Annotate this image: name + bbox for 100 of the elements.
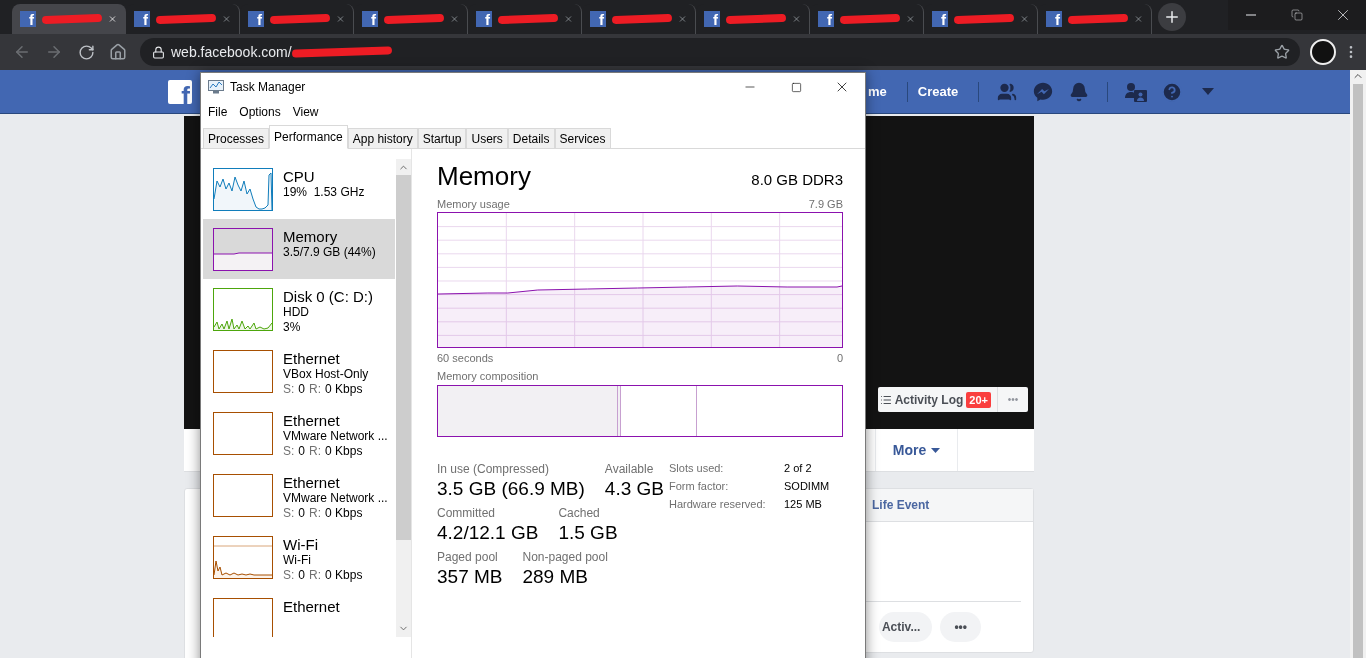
notification-badge: 20+ [966,391,991,408]
avatar[interactable] [1310,39,1336,65]
resource-name: Ethernet [283,412,341,429]
tab[interactable]: Services [554,128,611,148]
tab[interactable]: App history [347,128,418,148]
redaction-mark [839,13,901,25]
site-favicon: f [20,11,36,27]
redaction-mark [953,13,1015,25]
axis-label: 60 seconds [437,352,494,364]
address-field[interactable]: web.facebook.com/ [140,38,1300,66]
site-favicon: f [1046,11,1062,27]
stat-label: S: [283,506,295,521]
resource-item[interactable]: CPU 19% 1.53 GHz [203,159,395,219]
site-favicon: f [704,11,720,27]
caret-icon[interactable] [1202,88,1215,95]
friends-icon[interactable] [997,81,1018,102]
resource-item[interactable]: Ethernet [203,589,395,637]
stat-value: 0 Kbps [325,506,363,521]
stat-value: 0 [298,568,306,583]
redaction-mark [41,13,103,25]
property-label: Hardware reserved: [669,497,767,512]
stat-label: Cached [558,505,601,521]
composer-button[interactable]: ••• [940,612,981,642]
graph-max-label: 7.9 GB [808,198,843,210]
menu-item[interactable]: Options [239,105,281,119]
forward-arrow-icon [45,43,63,61]
resource-name: Wi-Fi [283,536,319,553]
site-favicon: f [476,11,492,27]
stat-value: 4.2/12.1 GB [437,521,539,545]
menu-item[interactable]: File [208,105,228,119]
stat-label: S: [283,382,295,397]
url-text: web.facebook.com/ [171,44,292,60]
stat-value: 1.5 GB [558,521,618,545]
graph-thumbnail [213,598,273,637]
resource-item[interactable]: Wi-Fi Wi-Fi S: 0 R: 0 Kbps [203,527,395,589]
nav-link[interactable]: Create [917,84,969,99]
bookmark-star-icon[interactable] [1274,44,1290,60]
tab[interactable]: Users [466,128,508,148]
graph-thumbnail [213,412,273,455]
graph-thumbnail [213,536,273,579]
resource-item[interactable]: Disk 0 (C: D:) HDD 3% [203,279,395,341]
graph-label: Memory usage [437,198,510,210]
resource-name: Memory [283,228,339,245]
tab[interactable]: Performance [269,125,348,149]
restore-icon [1291,9,1303,21]
stat-label: Available [604,461,655,477]
site-favicon: f [818,11,834,27]
resource-name: CPU [283,168,316,185]
redaction-mark [383,13,445,25]
stat-label: Committed [437,505,496,521]
redaction-mark [1067,13,1129,25]
resource-item[interactable]: Ethernet VMware Network ... S: 0 R: 0 Kbps [203,465,395,527]
nav-link[interactable]: me [868,84,897,99]
graph-label: Memory composition [437,370,539,382]
page-scrollbar[interactable] [1350,70,1366,658]
stat-label: S: [283,568,295,583]
stat-label: S: [283,444,295,459]
scrollbar[interactable] [396,159,411,637]
resource-detail: Wi-Fi [283,553,312,568]
notification-bell-icon[interactable] [1069,81,1090,102]
stat-label: In use (Compressed) [437,461,551,477]
composer-tab[interactable]: Life Event [872,498,930,512]
resource-name: Ethernet [283,350,341,367]
new-tab-button[interactable] [1158,2,1186,31]
stat-value: 357 MB [437,565,503,589]
messenger-icon[interactable] [1032,80,1055,103]
help-icon[interactable] [1161,80,1184,103]
resource-item[interactable]: Memory 3.5/7.9 GB (44%) [203,219,395,279]
resource-item[interactable]: Ethernet VMware Network ... S: 0 R: 0 Kbps [203,403,395,465]
resource-name: Ethernet [283,474,341,491]
resource-detail: 3% [283,320,302,335]
stat-label: R: [309,506,322,521]
resource-detail: VMware Network ... [283,429,388,444]
stat-value: 0 [298,444,306,459]
button-label: Activity Log [894,392,964,407]
graph-thumbnail [213,350,273,393]
reload-icon [77,43,95,61]
redaction-mark [155,13,217,25]
panel-title: Memory [437,161,531,192]
redaction-mark [611,13,673,25]
redaction-mark [725,13,787,25]
stat-label: R: [309,568,322,583]
resource-detail: VMware Network ... [283,491,388,506]
stat-value: 0 [298,382,306,397]
menu-item[interactable]: View [292,105,319,119]
profile-tab[interactable]: More [875,429,958,471]
browser-tab[interactable]: f [12,4,126,34]
tab[interactable]: Details [507,128,555,148]
resource-name: Ethernet [283,598,340,615]
redaction-mark [497,13,559,25]
activity-log-button[interactable]: Activity Log 20+ [877,387,997,412]
tab[interactable]: Startup [417,128,467,148]
person-card-icon[interactable] [1125,81,1148,102]
composer-button[interactable]: Activ... [878,612,933,642]
stat-value: 0 [298,506,306,521]
stat-value: 0 Kbps [325,444,363,459]
graph-thumbnail [213,288,273,331]
stat-value: 289 MB [522,565,589,589]
resource-item[interactable]: Ethernet VBox Host-Only S: 0 R: 0 Kbps [203,341,395,403]
tab[interactable]: Processes [203,128,270,148]
